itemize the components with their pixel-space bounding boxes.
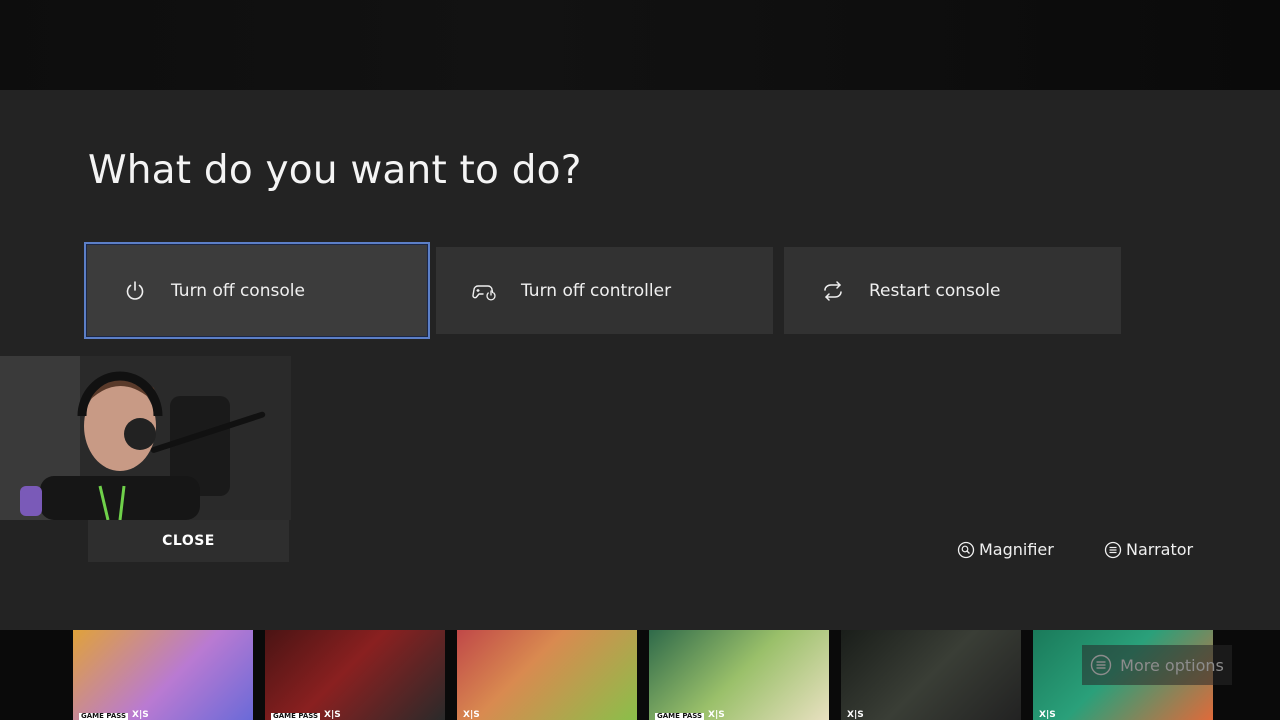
tile-badge: X|S [1039, 706, 1056, 720]
narrator-icon [1104, 541, 1122, 559]
narrator-button[interactable]: Narrator [1104, 540, 1193, 559]
streamer-image [0, 356, 291, 520]
xs-badge: X|S [847, 710, 864, 720]
restart-icon [820, 278, 846, 304]
magnifier-label: Magnifier [979, 540, 1054, 559]
restart-console-button[interactable]: Restart console [784, 247, 1121, 334]
xs-badge: X|S [708, 710, 725, 720]
option-label: Restart console [869, 280, 1001, 301]
background-top [0, 0, 1280, 90]
more-options-label: More options [1120, 655, 1224, 675]
tile-badge: GAME PASS X|S [79, 706, 149, 720]
game-tile[interactable]: X|S [457, 630, 637, 720]
xs-badge: X|S [1039, 710, 1056, 720]
tile-badge: GAME PASS X|S [271, 706, 341, 720]
webcam-close-button[interactable]: CLOSE [88, 520, 289, 562]
controller-power-icon [472, 278, 498, 304]
menu-icon [1090, 654, 1112, 676]
magnifier-icon [957, 541, 975, 559]
tile-badge: X|S [847, 706, 864, 720]
option-label: Turn off console [171, 280, 305, 301]
power-icon [122, 278, 148, 304]
more-options-button[interactable]: More options [1082, 645, 1232, 685]
turn-off-controller-button[interactable]: Turn off controller [436, 247, 773, 334]
dialog-title: What do you want to do? [88, 148, 582, 193]
xs-badge: X|S [463, 710, 480, 720]
xs-badge: X|S [132, 710, 149, 720]
tile-badge: X|S [463, 706, 480, 720]
game-pass-badge: GAME PASS [655, 712, 705, 720]
magnifier-button[interactable]: Magnifier [957, 540, 1054, 559]
game-pass-badge: GAME PASS [271, 712, 321, 720]
option-label: Turn off controller [521, 280, 672, 301]
game-tile[interactable]: X|S [841, 630, 1021, 720]
turn-off-console-button[interactable]: Turn off console [84, 242, 430, 339]
game-pass-badge: GAME PASS [79, 712, 129, 720]
xs-badge: X|S [324, 710, 341, 720]
game-tile[interactable]: GAME PASS X|S [265, 630, 445, 720]
webcam-overlay [0, 356, 291, 520]
game-tile[interactable]: GAME PASS X|S [73, 630, 253, 720]
narrator-label: Narrator [1126, 540, 1194, 559]
tile-badge: GAME PASS X|S [655, 706, 725, 720]
game-tile[interactable]: GAME PASS X|S [649, 630, 829, 720]
